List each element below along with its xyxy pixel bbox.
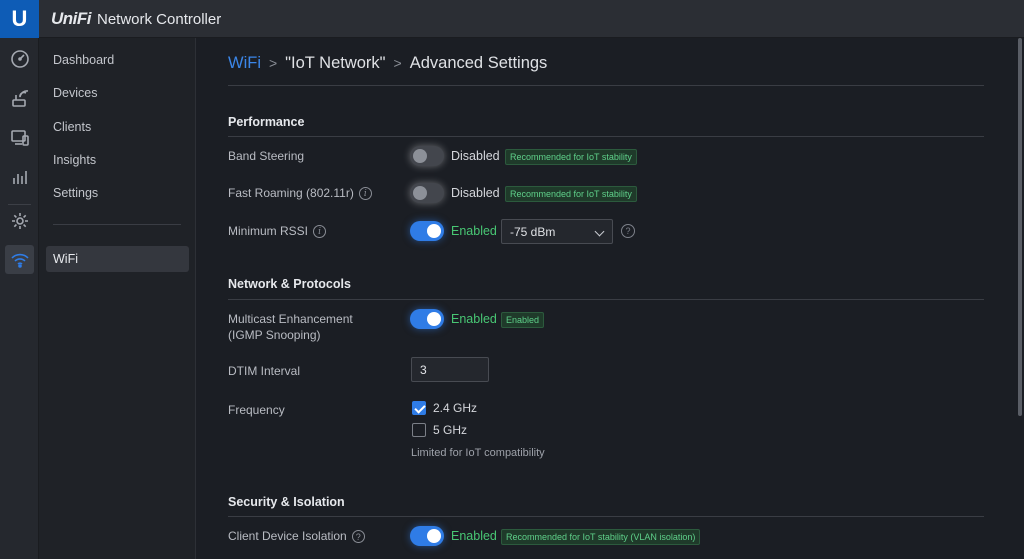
icon-rail <box>0 38 39 559</box>
band-steering-toggle[interactable] <box>410 146 444 166</box>
app-title-text: Network Controller <box>97 10 222 28</box>
dtim-input[interactable]: 3 <box>411 357 489 382</box>
scrollbar-thumb[interactable] <box>1018 38 1022 416</box>
fast-roaming-label: Fast Roaming (802.11r) i <box>228 185 372 201</box>
frequency-2-4ghz-label: 2.4 GHz <box>433 401 478 415</box>
top-bar: U UniFi Network Controller <box>0 0 1024 38</box>
band-steering-badge: Recommended for IoT stability <box>505 149 637 165</box>
nav-divider <box>53 224 181 225</box>
multicast-badge: Enabled <box>501 312 545 328</box>
chevron-right-icon: > <box>393 55 402 71</box>
client-isolation-state: Enabled <box>451 529 497 543</box>
sidebar-item-settings[interactable]: Settings <box>46 180 189 206</box>
min-rssi-toggle[interactable] <box>410 221 444 241</box>
app-title: UniFi Network Controller <box>51 8 221 30</box>
rail-divider <box>8 204 31 205</box>
help-icon[interactable]: ? <box>351 530 365 544</box>
main-content: WiFi > "IoT Network" > Advanced Settings… <box>196 38 1016 559</box>
dashboard-icon[interactable] <box>5 44 34 73</box>
frequency-label: Frequency <box>228 403 285 417</box>
toggle-knob <box>413 149 427 163</box>
settings-icon[interactable] <box>5 206 34 235</box>
frequency-2-4ghz-checkbox[interactable] <box>412 401 426 415</box>
insights-icon[interactable] <box>5 162 34 191</box>
fast-roaming-badge: Recommended for IoT stability <box>505 186 637 202</box>
section-divider <box>228 516 984 517</box>
sidebar-item-insights[interactable]: Insights <box>46 147 189 173</box>
info-icon[interactable]: i <box>313 225 327 239</box>
multicast-label-line2: (IGMP Snooping) <box>228 328 321 342</box>
client-isolation-toggle[interactable] <box>410 526 444 546</box>
sidebar-nav: Dashboard Devices Clients Insights Setti… <box>39 38 196 559</box>
wifi-icon[interactable] <box>5 245 34 274</box>
client-isolation-label: Client Device Isolation? <box>228 528 365 544</box>
frequency-5ghz-label: 5 GHz <box>433 423 468 437</box>
band-steering-label: Band Steering <box>228 149 305 163</box>
scrollbar[interactable] <box>1016 38 1024 559</box>
ubiquiti-logo[interactable]: U <box>0 0 39 38</box>
multicast-label-line1: Multicast Enhancement <box>228 312 353 326</box>
min-rssi-value: -75 dBm <box>510 224 556 239</box>
chevron-down-icon <box>594 226 605 237</box>
toggle-knob <box>413 186 427 200</box>
chevron-right-icon: > <box>268 55 278 71</box>
section-divider <box>228 299 984 300</box>
section-title-security: Security & Isolation <box>228 495 345 509</box>
toggle-knob <box>427 312 441 326</box>
fast-roaming-state: Disabled <box>451 186 500 200</box>
help-icon[interactable]: ? <box>621 224 635 238</box>
multicast-toggle[interactable] <box>410 309 444 329</box>
min-rssi-state: Enabled <box>451 224 497 238</box>
min-rssi-label-text: Minimum RSSI <box>228 224 309 238</box>
dtim-label: DTIM Interval <box>228 364 301 378</box>
info-icon[interactable]: i <box>358 187 372 201</box>
devices-icon[interactable] <box>5 84 34 113</box>
min-rssi-label: Minimum RSSI i <box>228 223 327 239</box>
unifi-brand: UniFi <box>51 9 92 28</box>
min-rssi-select[interactable]: -75 dBm <box>501 219 613 244</box>
sidebar-item-clients[interactable]: Clients <box>46 114 189 140</box>
section-title-network: Network & Protocols <box>228 277 351 291</box>
section-divider <box>228 136 984 137</box>
fast-roaming-toggle[interactable] <box>410 183 444 203</box>
header-divider <box>228 85 984 86</box>
breadcrumb-network-link[interactable]: "IoT Network" <box>285 54 385 73</box>
band-steering-state: Disabled <box>451 149 500 163</box>
multicast-label: Multicast Enhancement (IGMP Snooping) <box>228 311 353 343</box>
toggle-knob <box>427 529 441 543</box>
fast-roaming-label-text: Fast Roaming (802.11r) <box>228 186 354 200</box>
sidebar-item-wifi[interactable]: WiFi <box>46 246 189 272</box>
sidebar-item-devices[interactable]: Devices <box>46 80 189 106</box>
breadcrumb-wifi-link[interactable]: WiFi <box>228 54 261 73</box>
client-isolation-badge: Recommended for IoT stability (VLAN isol… <box>501 529 701 545</box>
frequency-hint: Limited for IoT compatibility <box>411 447 545 459</box>
clients-icon[interactable] <box>5 123 34 152</box>
frequency-5ghz-checkbox[interactable] <box>412 423 426 437</box>
sidebar-item-dashboard[interactable]: Dashboard <box>46 47 189 73</box>
toggle-knob <box>427 224 441 238</box>
multicast-state: Enabled <box>451 312 497 326</box>
client-isolation-label-text: Client Device Isolation <box>228 529 347 543</box>
page-title: Advanced Settings <box>409 53 548 72</box>
section-title-performance: Performance <box>228 115 305 129</box>
breadcrumb: WiFi > "IoT Network" > Advanced Settings <box>228 52 547 74</box>
